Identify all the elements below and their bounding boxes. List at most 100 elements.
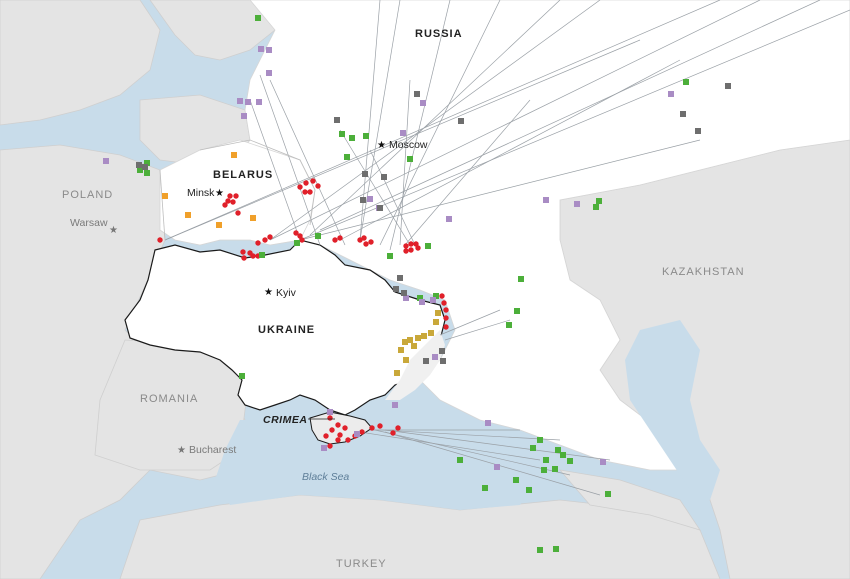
green-square-marker bbox=[315, 233, 321, 239]
label-bucharest: Bucharest bbox=[189, 444, 236, 456]
red-circle-marker bbox=[443, 307, 449, 313]
green-square-marker bbox=[294, 240, 300, 246]
red-circle-marker bbox=[361, 235, 367, 241]
label-ukraine: UKRAINE bbox=[258, 324, 315, 336]
grey-square-marker bbox=[136, 162, 142, 168]
purple-square-marker bbox=[543, 197, 549, 203]
gold-square-marker bbox=[435, 310, 441, 316]
red-circle-marker bbox=[230, 199, 236, 205]
green-square-marker bbox=[593, 204, 599, 210]
green-square-marker bbox=[683, 79, 689, 85]
label-moscow: Moscow bbox=[389, 139, 428, 151]
red-circle-marker bbox=[439, 293, 445, 299]
gold-square-marker bbox=[403, 357, 409, 363]
purple-square-marker bbox=[266, 47, 272, 53]
green-square-marker bbox=[537, 547, 543, 553]
red-circle-marker bbox=[227, 193, 233, 199]
red-circle-marker bbox=[315, 183, 321, 189]
red-circle-marker bbox=[443, 324, 449, 330]
red-circle-marker bbox=[395, 425, 401, 431]
grey-square-marker bbox=[362, 171, 368, 177]
grey-square-marker bbox=[695, 128, 701, 134]
purple-square-marker bbox=[419, 299, 425, 305]
grey-square-marker bbox=[142, 164, 148, 170]
label-warsaw: Warsaw bbox=[70, 217, 108, 229]
minsk-star-icon: ★ bbox=[215, 188, 224, 199]
green-square-marker bbox=[543, 457, 549, 463]
red-circle-marker bbox=[297, 233, 303, 239]
red-circle-marker bbox=[233, 193, 239, 199]
moscow-star-icon: ★ bbox=[377, 140, 386, 151]
label-turkey: TURKEY bbox=[336, 558, 387, 570]
bucharest-star-icon: ★ bbox=[177, 445, 186, 456]
grey-square-marker bbox=[401, 290, 407, 296]
green-square-marker bbox=[514, 308, 520, 314]
red-circle-marker bbox=[222, 202, 228, 208]
gold-square-marker bbox=[421, 333, 427, 339]
purple-square-marker bbox=[392, 402, 398, 408]
red-circle-marker bbox=[363, 241, 369, 247]
red-circle-marker bbox=[310, 178, 316, 184]
green-square-marker bbox=[363, 133, 369, 139]
red-circle-marker bbox=[408, 247, 414, 253]
gold-square-marker bbox=[394, 370, 400, 376]
green-square-marker bbox=[552, 466, 558, 472]
orange-square-marker bbox=[162, 193, 168, 199]
green-square-marker bbox=[349, 135, 355, 141]
grey-square-marker bbox=[381, 174, 387, 180]
label-kazakhstan: KAZAKHSTAN bbox=[662, 266, 745, 278]
purple-square-marker bbox=[241, 113, 247, 119]
green-square-marker bbox=[407, 156, 413, 162]
grey-square-marker bbox=[680, 111, 686, 117]
green-square-marker bbox=[541, 467, 547, 473]
label-crimea: CRIMEA bbox=[263, 414, 307, 426]
red-circle-marker bbox=[240, 249, 246, 255]
label-romania: ROMANIA bbox=[140, 393, 198, 405]
orange-square-marker bbox=[250, 215, 256, 221]
red-circle-marker bbox=[390, 430, 396, 436]
label-black-sea: Black Sea bbox=[302, 471, 349, 483]
red-circle-marker bbox=[368, 239, 374, 245]
red-circle-marker bbox=[337, 235, 343, 241]
map: ★ ★ ★ ★ ★ RUSSIA BELARUS UKRAINE POLAND … bbox=[0, 0, 850, 579]
green-square-marker bbox=[530, 445, 536, 451]
grey-square-marker bbox=[439, 348, 445, 354]
kyiv-star-icon: ★ bbox=[264, 287, 273, 298]
purple-square-marker bbox=[256, 99, 262, 105]
grey-square-marker bbox=[458, 118, 464, 124]
green-square-marker bbox=[457, 457, 463, 463]
gold-square-marker bbox=[402, 339, 408, 345]
orange-square-marker bbox=[216, 222, 222, 228]
purple-square-marker bbox=[430, 297, 436, 303]
red-circle-marker bbox=[327, 415, 333, 421]
red-circle-marker bbox=[235, 210, 241, 216]
grey-square-marker bbox=[440, 358, 446, 364]
grey-square-marker bbox=[377, 205, 383, 211]
red-circle-marker bbox=[327, 443, 333, 449]
red-circle-marker bbox=[157, 237, 163, 243]
green-square-marker bbox=[537, 437, 543, 443]
label-belarus: BELARUS bbox=[213, 169, 273, 181]
red-circle-marker bbox=[345, 437, 351, 443]
green-square-marker bbox=[513, 477, 519, 483]
gold-square-marker bbox=[415, 335, 421, 341]
label-kyiv: Kyiv bbox=[276, 287, 297, 299]
green-square-marker bbox=[144, 170, 150, 176]
red-circle-marker bbox=[335, 422, 341, 428]
purple-square-marker bbox=[420, 100, 426, 106]
red-circle-marker bbox=[262, 237, 268, 243]
warsaw-star-icon: ★ bbox=[109, 225, 118, 236]
label-minsk: Minsk bbox=[187, 187, 215, 199]
orange-square-marker bbox=[231, 152, 237, 158]
red-circle-marker bbox=[323, 433, 329, 439]
green-square-marker bbox=[259, 252, 265, 258]
green-square-marker bbox=[560, 452, 566, 458]
purple-square-marker bbox=[600, 459, 606, 465]
green-square-marker bbox=[526, 487, 532, 493]
label-poland: POLAND bbox=[62, 189, 113, 201]
gold-square-marker bbox=[428, 330, 434, 336]
red-circle-marker bbox=[329, 427, 335, 433]
red-circle-marker bbox=[342, 425, 348, 431]
grey-square-marker bbox=[423, 358, 429, 364]
purple-square-marker bbox=[400, 130, 406, 136]
